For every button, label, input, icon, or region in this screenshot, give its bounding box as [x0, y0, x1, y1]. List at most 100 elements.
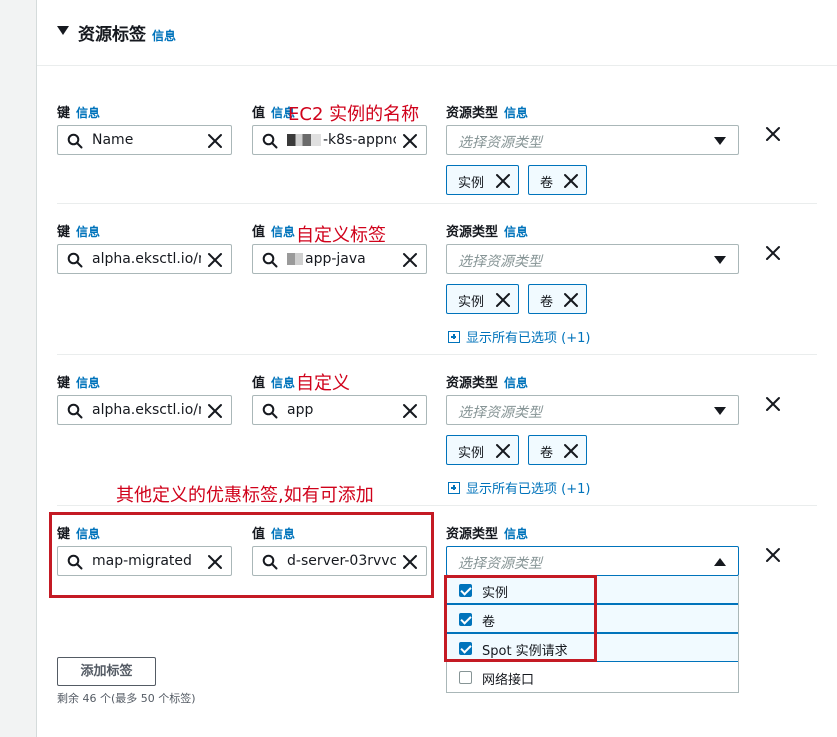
annotation-custom: 自定义	[296, 373, 350, 394]
show-all-selected-link[interactable]: 显示所有已选项 (+1)	[448, 327, 590, 346]
resource-type-info-link[interactable]: 信息	[504, 225, 528, 239]
key-info-link[interactable]: 信息	[76, 106, 100, 120]
resource-type-label: 资源类型 信息	[446, 106, 529, 121]
caret-down-icon	[714, 407, 726, 415]
search-icon	[67, 133, 83, 149]
resource-type-info-link[interactable]: 信息	[504, 376, 528, 390]
clear-icon[interactable]	[401, 251, 419, 269]
remove-tag-icon[interactable]	[764, 244, 782, 262]
value-input[interactable]: app-java	[252, 244, 427, 274]
row-divider	[57, 505, 817, 506]
caret-down-icon[interactable]	[57, 26, 69, 35]
remove-tag-icon[interactable]	[764, 395, 782, 413]
add-tag-button[interactable]: 添加标签	[57, 657, 156, 686]
key-label: 键信息	[57, 376, 101, 391]
clear-icon[interactable]	[401, 132, 419, 150]
key-input[interactable]: Name	[57, 125, 232, 155]
search-icon	[262, 133, 278, 149]
redacted-text	[287, 253, 303, 265]
dismiss-token-icon[interactable]	[562, 172, 580, 190]
key-label: 键信息	[57, 225, 101, 240]
search-icon	[67, 403, 83, 419]
row-divider	[57, 354, 817, 355]
select-placeholder: 选择资源类型	[458, 405, 542, 421]
value-input-value: app	[287, 402, 314, 418]
checkbox-unchecked-icon[interactable]	[459, 671, 472, 684]
token-label: 卷	[540, 446, 554, 461]
clear-icon[interactable]	[206, 402, 224, 420]
resource-tags-panel: 资源标签 信息 键信息 值信息 资源类型 信息 EC2 实例的名称 Name -k8…	[36, 0, 837, 737]
dismiss-token-icon[interactable]	[494, 291, 512, 309]
dismiss-token-icon[interactable]	[494, 442, 512, 460]
annotation-other-discount-tags: 其他定义的优惠标签,如有可添加	[116, 485, 374, 506]
key-input-value: Name	[92, 132, 134, 148]
clear-icon[interactable]	[206, 132, 224, 150]
highlight-box-key-value	[49, 512, 434, 598]
resource-type-info-link[interactable]: 信息	[504, 106, 528, 120]
resource-type-info-link[interactable]: 信息	[504, 527, 528, 541]
clear-icon[interactable]	[401, 402, 419, 420]
token-instance: 实例	[446, 435, 519, 465]
option-label: 网络接口	[482, 673, 535, 688]
expand-plus-icon	[448, 482, 460, 494]
token-volume: 卷	[528, 284, 587, 314]
key-info-link[interactable]: 信息	[76, 376, 100, 390]
section-header[interactable]: 资源标签 信息	[37, 0, 837, 66]
dismiss-token-icon[interactable]	[562, 442, 580, 460]
remove-tag-icon[interactable]	[764, 546, 782, 564]
section-title: 资源标签 信息	[78, 25, 177, 45]
resource-type-label: 资源类型 信息	[446, 225, 529, 240]
dismiss-token-icon[interactable]	[562, 291, 580, 309]
show-all-selected-link[interactable]: 显示所有已选项 (+1)	[448, 478, 590, 497]
value-input-value: app-java	[287, 251, 396, 267]
dismiss-token-icon[interactable]	[494, 172, 512, 190]
select-placeholder: 选择资源类型	[458, 135, 542, 151]
row-divider	[57, 203, 817, 204]
token-label: 卷	[540, 176, 554, 191]
key-label: 键信息	[57, 106, 101, 121]
value-info-link[interactable]: 信息	[271, 225, 295, 239]
key-input-value: alpha.eksctl.io/n	[92, 251, 201, 267]
token-volume: 卷	[528, 435, 587, 465]
search-icon	[262, 252, 278, 268]
resource-type-label: 资源类型 信息	[446, 376, 529, 391]
option-network-interface[interactable]: 网络接口	[447, 663, 738, 692]
token-label: 卷	[540, 295, 554, 310]
token-label: 实例	[458, 295, 485, 310]
value-info-link[interactable]: 信息	[271, 376, 295, 390]
remove-tag-icon[interactable]	[764, 125, 782, 143]
caret-down-icon	[714, 256, 726, 264]
caret-up-icon	[714, 558, 726, 566]
value-input-value: -k8s-appnc	[287, 132, 396, 148]
select-placeholder: 选择资源类型	[458, 556, 542, 572]
resource-type-select[interactable]: 选择资源类型	[446, 395, 739, 425]
annotation-ec2-name: EC2 实例的名称	[288, 104, 420, 125]
token-instance: 实例	[446, 284, 519, 314]
expand-plus-icon	[448, 331, 460, 343]
value-input[interactable]: app	[252, 395, 427, 425]
resource-type-select-open[interactable]: 选择资源类型	[446, 546, 739, 576]
value-label: 值信息	[252, 225, 296, 240]
key-input[interactable]: alpha.eksctl.io/n	[57, 244, 232, 274]
token-label: 实例	[458, 446, 485, 461]
token-label: 实例	[458, 176, 485, 191]
clear-icon[interactable]	[206, 251, 224, 269]
redacted-text	[287, 134, 321, 146]
resource-type-select[interactable]: 选择资源类型	[446, 125, 739, 155]
search-icon	[67, 252, 83, 268]
key-input[interactable]: alpha.eksctl.io/n	[57, 395, 232, 425]
resource-type-select[interactable]: 选择资源类型	[446, 244, 739, 274]
remaining-tags-text: 剩余 46 个(最多 50 个标签)	[57, 692, 196, 705]
resource-type-label: 资源类型 信息	[446, 527, 529, 542]
key-info-link[interactable]: 信息	[76, 225, 100, 239]
caret-down-icon	[714, 137, 726, 145]
token-volume: 卷	[528, 165, 587, 195]
search-icon	[262, 403, 278, 419]
token-instance: 实例	[446, 165, 519, 195]
section-info-link[interactable]: 信息	[152, 29, 176, 43]
select-placeholder: 选择资源类型	[458, 254, 542, 270]
value-input[interactable]: -k8s-appnc	[252, 125, 427, 155]
value-label: 值信息	[252, 376, 296, 391]
highlight-box-options	[444, 575, 597, 662]
key-input-value: alpha.eksctl.io/n	[92, 402, 201, 418]
